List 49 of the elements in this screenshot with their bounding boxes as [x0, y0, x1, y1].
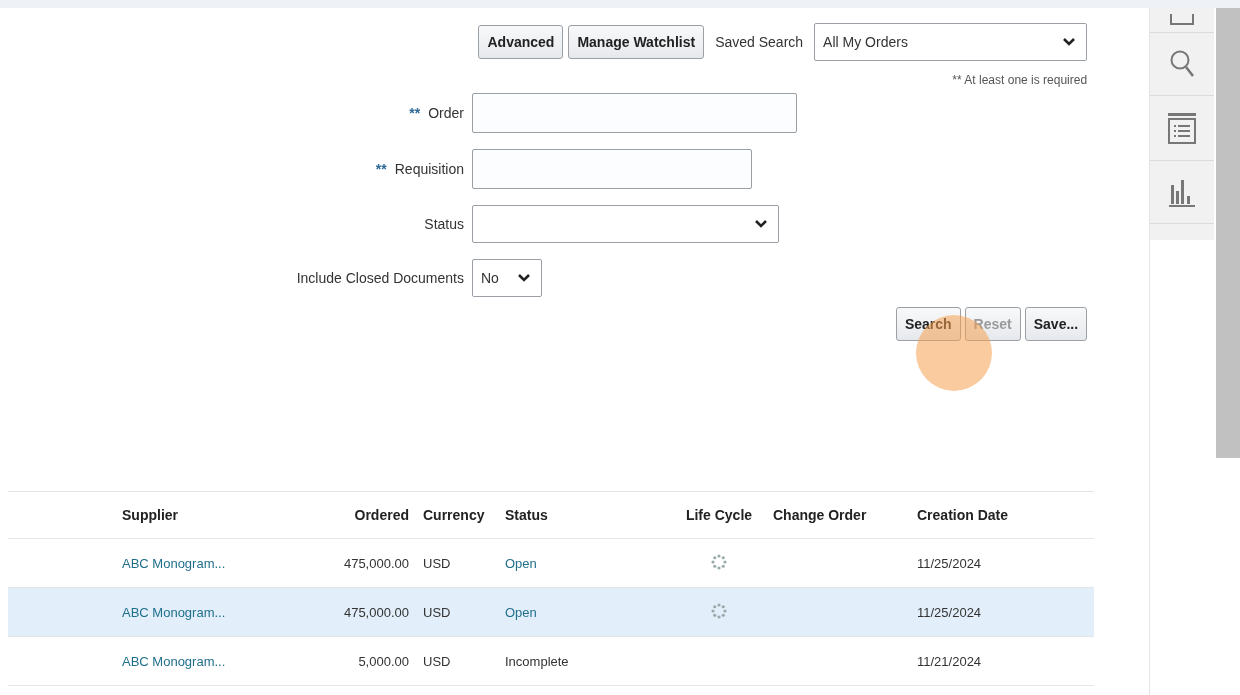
table-cell: 11/25/2024 [917, 604, 982, 620]
scrollbar-thumb[interactable] [1216, 8, 1240, 458]
required-note: ** At least one is required [952, 73, 1088, 87]
column-header[interactable]: Ordered [354, 507, 417, 523]
field-label: Requisition [394, 161, 464, 177]
chevron-down-icon [517, 273, 531, 283]
column-header[interactable]: Status [505, 507, 548, 523]
column-header[interactable]: Supplier [122, 507, 178, 523]
text-field[interactable] [472, 93, 797, 133]
spinner-icon [711, 602, 727, 619]
action-button[interactable]: Search [895, 307, 961, 341]
field-label: Status [424, 216, 464, 232]
list-icon[interactable] [1167, 112, 1198, 144]
table-cell-text: USD [422, 653, 451, 669]
field-label: Saved Search [715, 34, 804, 50]
table-cell-text: 475,000.00 [343, 555, 410, 571]
supplier-link[interactable]: ABC Monogram... [122, 555, 226, 571]
table-cell: 11/21/2024 [917, 653, 982, 669]
table-cell-text: USD [422, 555, 451, 571]
table-cell-text: 475,000.00 [343, 604, 410, 620]
search-icon[interactable] [1169, 49, 1196, 79]
table-cell: 11/25/2024 [917, 555, 982, 571]
required-marker: ** [375, 161, 387, 177]
dropdown[interactable]: No [472, 259, 542, 297]
panel-icon[interactable] [1169, 14, 1196, 26]
table-cell: Incomplete [505, 653, 569, 669]
status-link[interactable]: Open [505, 555, 537, 571]
toolbar-button[interactable]: Advanced [478, 25, 564, 59]
supplier-link[interactable]: ABC Monogram... [122, 604, 226, 620]
chevron-down-icon [1062, 37, 1077, 47]
required-marker: ** [409, 105, 421, 121]
status-link[interactable]: Open [505, 604, 537, 620]
field-label: Order [428, 105, 464, 121]
table-row[interactable]: ABC Monogram... 475,000.00 USD Open 11/25/2024 [8, 588, 1094, 637]
field-label: Include Closed Documents [296, 270, 464, 286]
column-header[interactable]: Life Cycle [685, 507, 753, 523]
column-header[interactable]: Change Order [773, 507, 867, 523]
status-dropdown[interactable] [472, 205, 779, 243]
column-header[interactable]: Currency [417, 507, 485, 523]
column-header[interactable]: Creation Date [917, 507, 1009, 523]
saved-search-dropdown[interactable]: All My Orders [814, 23, 1088, 61]
toolbar-button[interactable]: Manage Watchlist [568, 25, 705, 59]
chevron-down-icon [754, 219, 768, 229]
table-cell-text: 5,000.00 [358, 653, 410, 669]
supplier-link[interactable]: ABC Monogram... [122, 653, 226, 669]
spinner-icon [711, 553, 727, 570]
action-button[interactable]: Save... [1024, 307, 1088, 341]
text-field[interactable] [472, 149, 752, 189]
table-cell-text: USD [422, 604, 451, 620]
